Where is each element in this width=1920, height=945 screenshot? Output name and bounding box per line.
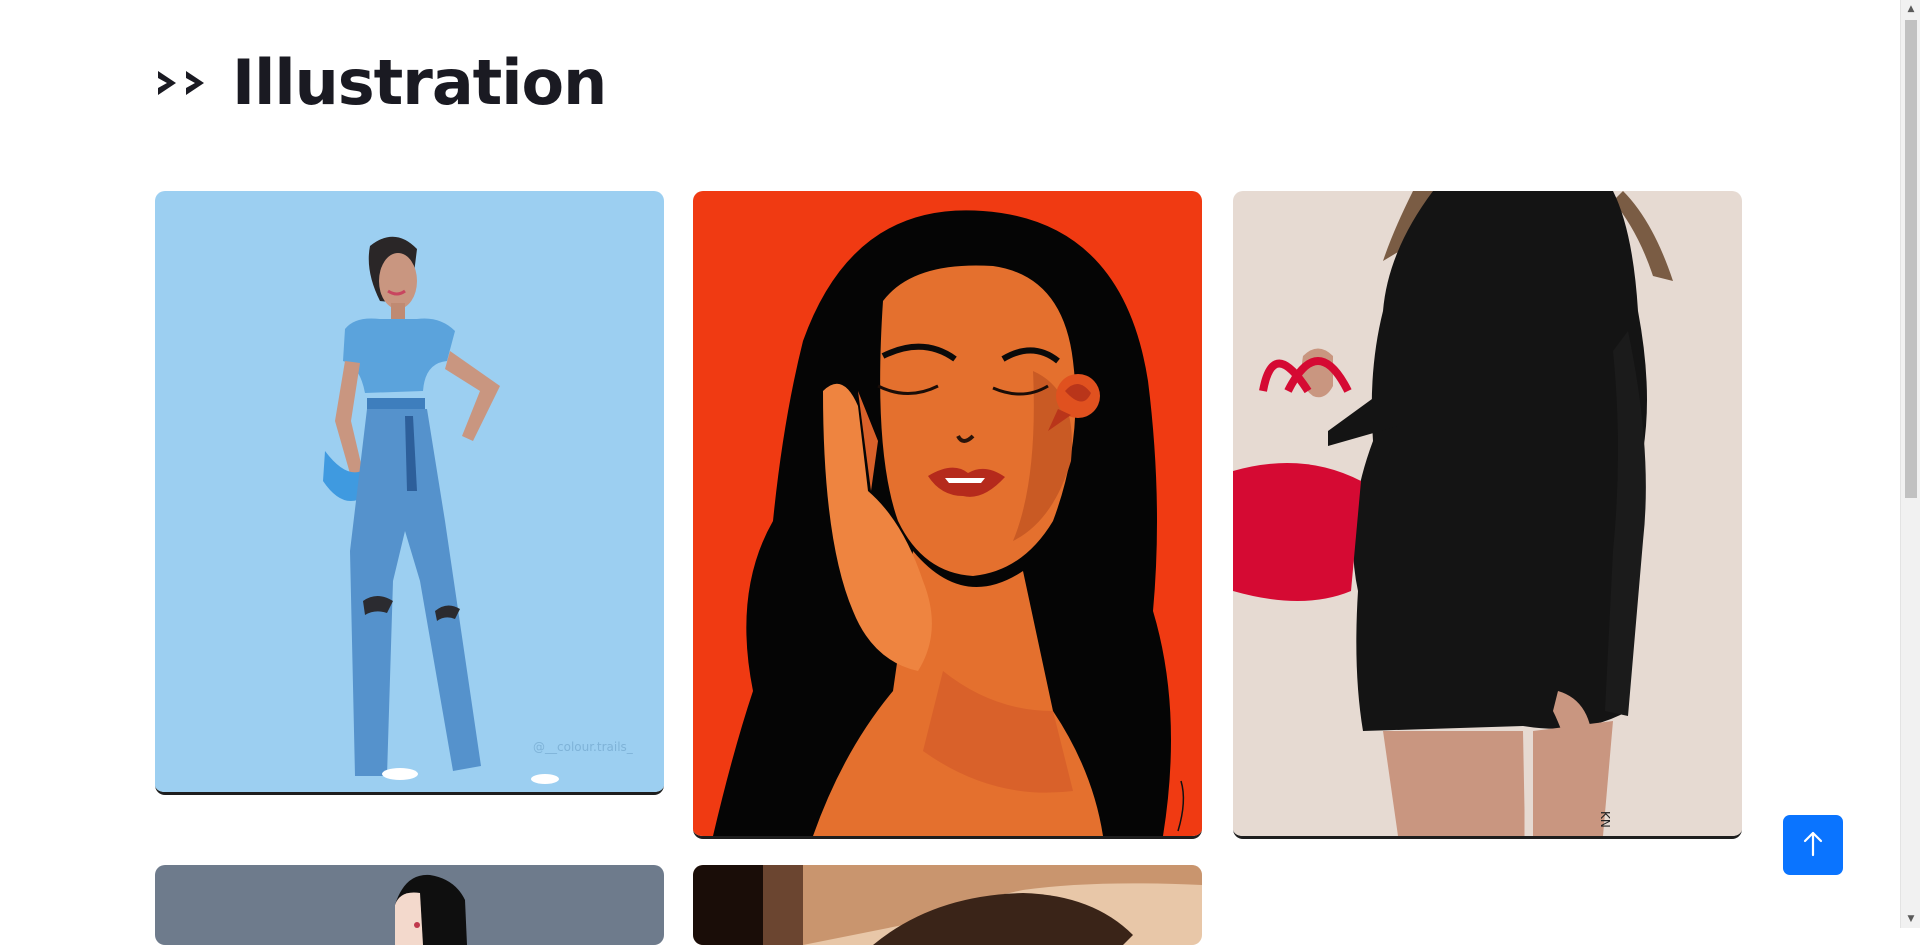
watermark-text: @__colour.trails_ [533,740,634,754]
gallery-item-woman-with-rose[interactable] [693,191,1202,839]
arrow-up-icon [1802,831,1824,860]
scrollbar-thumb[interactable] [1905,20,1917,498]
page-title: Illustration [156,46,607,119]
illustration-image [693,191,1202,836]
illustration-image [155,865,664,945]
gallery-item-girl-in-blue-jeans[interactable]: @__colour.trails_ [155,191,664,795]
double-chevron-icon [156,63,216,103]
page-title-text: Illustration [232,46,607,119]
illustration-image [693,865,1202,945]
scroll-to-top-button[interactable] [1783,815,1843,875]
scroll-up-arrow-icon[interactable]: ▲ [1901,0,1920,18]
gallery-item-face-closeup[interactable] [693,865,1202,945]
gallery-item-woman-in-black-dress[interactable]: KN [1233,191,1742,839]
gallery-item-woman-profile-grey[interactable] [155,865,664,945]
illustration-image: @__colour.trails_ [155,191,664,792]
illustration-image: KN [1233,191,1742,836]
page-scrollbar[interactable]: ▲ ▼ [1900,0,1920,928]
signature-text: KN [1598,811,1612,828]
scroll-down-arrow-icon[interactable]: ▼ [1901,910,1920,928]
